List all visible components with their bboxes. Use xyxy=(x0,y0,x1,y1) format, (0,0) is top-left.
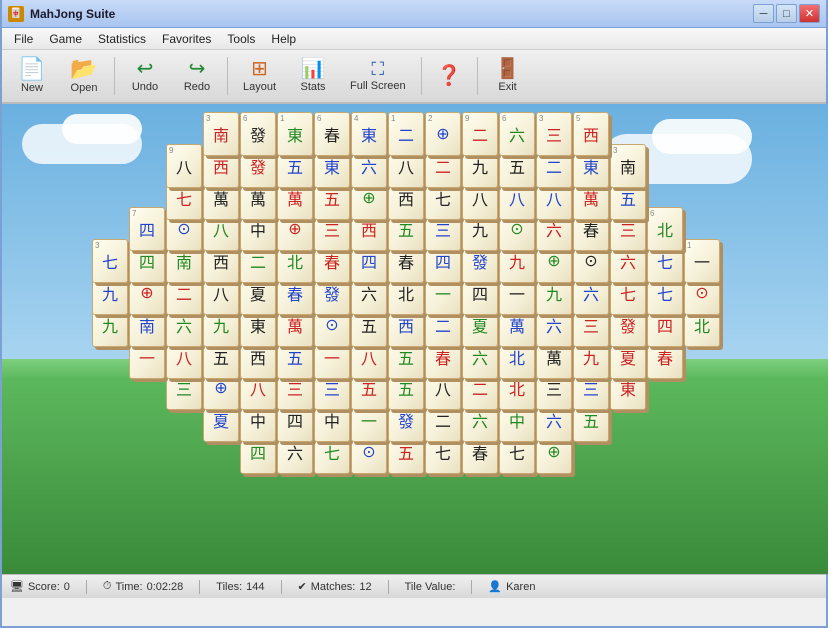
mahjong-tile[interactable]: 3三 xyxy=(536,112,572,156)
mahjong-board: 3南6發1東6春4東1二2⊕9二6六3三5西9八8西8發3五2東4六7八9二2九… xyxy=(92,112,740,564)
open-button[interactable]: 📂 Open xyxy=(60,54,108,98)
redo-icon: ↪ xyxy=(189,59,206,79)
status-sep-4 xyxy=(388,580,389,594)
close-button[interactable]: ✕ xyxy=(799,4,820,23)
status-sep-3 xyxy=(281,580,282,594)
new-icon: 📄 xyxy=(18,58,45,80)
stats-button[interactable]: 📊 Stats xyxy=(289,54,337,98)
toolbar-separator-1 xyxy=(114,57,115,95)
toolbar: 📄 New 📂 Open ↩ Undo ↪ Redo ⊞ Layout 📊 St… xyxy=(2,50,826,104)
fullscreen-button[interactable]: ⛶ Full Screen xyxy=(341,54,415,98)
stats-icon: 📊 xyxy=(301,59,326,79)
mahjong-tile[interactable]: 6發 xyxy=(240,112,276,156)
user-icon: 👤 xyxy=(488,580,502,593)
user-name: Karen xyxy=(506,581,535,593)
menu-statistics[interactable]: Statistics xyxy=(90,30,154,48)
status-bar: 🖥 Score: 0 ⏱ Time: 0:02:28 Tiles: 144 ✔ … xyxy=(2,574,826,598)
mahjong-tile[interactable]: 1東 xyxy=(277,112,313,156)
mahjong-tile[interactable]: 6六 xyxy=(499,112,535,156)
exit-label: Exit xyxy=(498,81,516,93)
status-matches: ✔ Matches: 12 xyxy=(298,580,372,593)
toolbar-separator-3 xyxy=(421,57,422,95)
status-tile-value: Tile Value: xyxy=(405,581,456,593)
fullscreen-icon: ⛶ xyxy=(372,60,385,78)
undo-icon: ↩ xyxy=(137,59,154,79)
mahjong-tile[interactable]: 3七 xyxy=(92,239,128,283)
status-time: ⏱ Time: 0:02:28 xyxy=(103,580,183,593)
layout-icon: ⊞ xyxy=(251,59,268,79)
redo-button[interactable]: ↪ Redo xyxy=(173,54,221,98)
game-area: 3南6發1東6春4東1二2⊕9二6六3三5西9八8西8發3五2東4六7八9二2九… xyxy=(2,104,828,574)
menu-favorites[interactable]: Favorites xyxy=(154,30,219,48)
tile-value-label: Tile Value: xyxy=(405,581,456,593)
status-score: 🖥 Score: 0 xyxy=(10,580,70,593)
matches-label: Matches: xyxy=(311,581,356,593)
mahjong-tile[interactable]: 7四 xyxy=(129,207,165,251)
matches-value: 12 xyxy=(359,581,371,593)
score-label: Score: xyxy=(28,581,60,593)
menu-file[interactable]: File xyxy=(6,30,41,48)
menu-game[interactable]: Game xyxy=(41,30,90,48)
new-button[interactable]: 📄 New xyxy=(8,54,56,98)
status-sep-5 xyxy=(471,580,472,594)
menu-help[interactable]: Help xyxy=(263,30,304,48)
help-icon: ❓ xyxy=(437,66,462,86)
toolbar-separator-2 xyxy=(227,57,228,95)
redo-label: Redo xyxy=(184,81,210,93)
mahjong-tile[interactable]: 2⊕ xyxy=(425,112,461,156)
layout-button[interactable]: ⊞ Layout xyxy=(234,54,285,98)
tiles-value: 144 xyxy=(246,581,264,593)
main-window: 🀄 MahJong Suite ─ □ ✕ File Game Statisti… xyxy=(0,0,828,628)
new-label: New xyxy=(21,82,43,94)
mahjong-tile[interactable]: 5西 xyxy=(573,112,609,156)
mahjong-tile[interactable]: 9八 xyxy=(166,144,202,188)
mahjong-tile[interactable]: 6北 xyxy=(647,207,683,251)
time-label: Time: xyxy=(115,581,142,593)
tiles-label: Tiles: xyxy=(216,581,242,593)
title-bar: 🀄 MahJong Suite ─ □ ✕ xyxy=(2,0,826,28)
matches-icon: ✔ xyxy=(298,580,307,593)
score-value: 0 xyxy=(64,581,70,593)
time-value: 0:02:28 xyxy=(147,581,184,593)
mahjong-tile[interactable]: 3南 xyxy=(610,144,646,188)
status-user: 👤 Karen xyxy=(488,580,535,593)
help-button[interactable]: ❓ xyxy=(428,54,471,98)
open-icon: 📂 xyxy=(70,58,97,80)
stats-label: Stats xyxy=(300,81,325,93)
mahjong-tile[interactable]: 6春 xyxy=(314,112,350,156)
minimize-button[interactable]: ─ xyxy=(753,4,774,23)
mahjong-tile[interactable]: 4東 xyxy=(351,112,387,156)
mahjong-tile[interactable]: 1二 xyxy=(388,112,424,156)
mahjong-tile[interactable]: 9二 xyxy=(462,112,498,156)
layout-label: Layout xyxy=(243,81,276,93)
exit-button[interactable]: 🚪 Exit xyxy=(484,54,532,98)
open-label: Open xyxy=(71,82,98,94)
exit-icon: 🚪 xyxy=(495,59,520,79)
mahjong-tile[interactable]: 1一 xyxy=(684,239,720,283)
window-controls: ─ □ ✕ xyxy=(753,4,820,23)
toolbar-separator-4 xyxy=(477,57,478,95)
undo-button[interactable]: ↩ Undo xyxy=(121,54,169,98)
menu-bar: File Game Statistics Favorites Tools Hel… xyxy=(2,28,826,50)
status-tiles: Tiles: 144 xyxy=(216,581,264,593)
status-sep-1 xyxy=(86,580,87,594)
menu-tools[interactable]: Tools xyxy=(219,30,263,48)
window-title: MahJong Suite xyxy=(30,7,753,21)
time-icon: ⏱ xyxy=(103,580,112,593)
undo-label: Undo xyxy=(132,81,158,93)
status-sep-2 xyxy=(199,580,200,594)
app-icon: 🀄 xyxy=(8,6,24,22)
maximize-button[interactable]: □ xyxy=(776,4,797,23)
mahjong-tile[interactable]: 3南 xyxy=(203,112,239,156)
fullscreen-label: Full Screen xyxy=(350,80,406,92)
score-icon: 🖥 xyxy=(10,580,24,593)
